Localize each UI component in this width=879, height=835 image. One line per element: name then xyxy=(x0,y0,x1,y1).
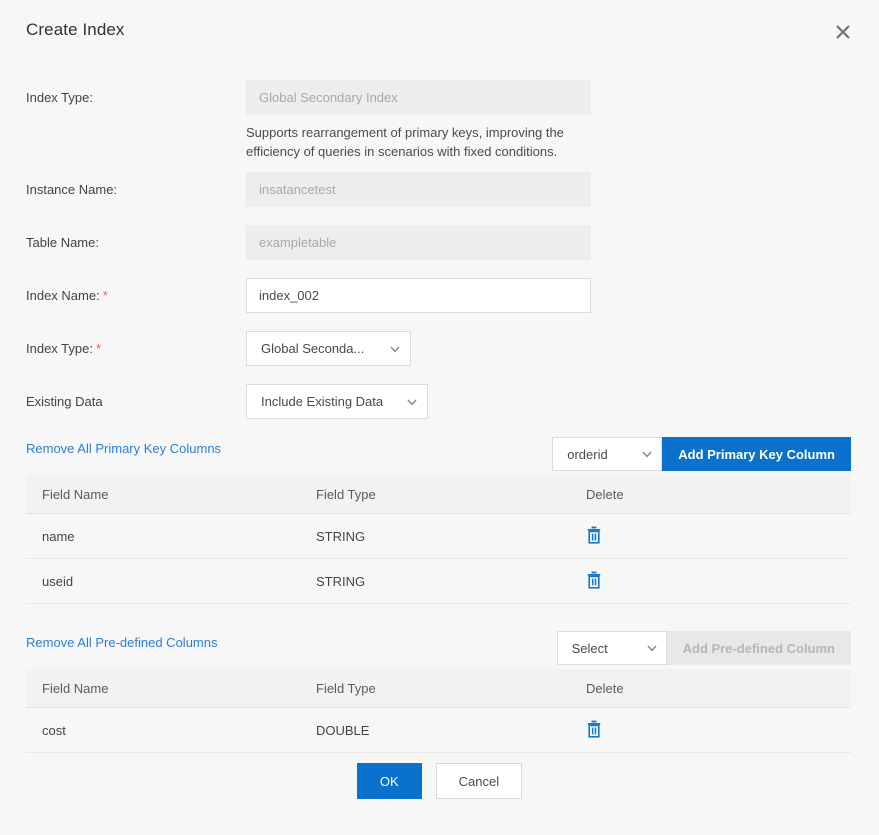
primary-key-columns-table: Field Name Field Type Delete name STRING xyxy=(26,475,851,604)
primary-key-field-select[interactable]: orderid xyxy=(552,437,663,471)
table-name-field: exampletable xyxy=(246,225,591,260)
column-header-delete: Delete xyxy=(586,680,624,696)
cell-delete xyxy=(586,571,851,592)
dialog-footer: OK Cancel xyxy=(0,763,879,799)
index-type-helper-text: Supports rearrangement of primary keys, … xyxy=(246,125,564,159)
add-primary-key-column-button[interactable]: Add Primary Key Column xyxy=(662,437,851,471)
column-header-field-name: Field Name xyxy=(42,486,109,502)
column-header-field-type: Field Type xyxy=(316,486,376,502)
cancel-button[interactable]: Cancel xyxy=(435,763,523,799)
index-type-readonly-field: Global Secondary Index xyxy=(246,80,591,115)
cell-field-name: cost xyxy=(42,722,66,738)
close-icon[interactable] xyxy=(831,20,855,44)
cell-field-type: STRING xyxy=(316,528,366,544)
predefined-field-select-value: Select xyxy=(571,640,608,656)
chevron-down-icon xyxy=(380,342,410,356)
column-header-delete: Delete xyxy=(586,486,624,502)
trash-icon[interactable] xyxy=(586,526,602,544)
cell-delete xyxy=(586,720,851,741)
index-name-input[interactable]: index_002 xyxy=(246,278,591,313)
chevron-down-icon xyxy=(397,395,427,409)
instance-name-field: insatancetest xyxy=(246,172,591,207)
predefined-field-select[interactable]: Select xyxy=(556,631,667,665)
cell-field-type: STRING xyxy=(316,573,366,589)
index-type-label: Index Type: * xyxy=(26,340,101,358)
trash-icon[interactable] xyxy=(586,720,602,738)
column-header-field-type: Field Type xyxy=(316,680,376,696)
index-type-select-value: Global Seconda... xyxy=(261,341,365,356)
dialog-header: Create Index xyxy=(0,0,879,62)
add-predefined-column-button[interactable]: Add Pre-defined Column xyxy=(666,631,851,665)
table-row: cost DOUBLE xyxy=(26,708,851,753)
existing-data-label: Existing Data xyxy=(26,394,103,409)
ok-button[interactable]: OK xyxy=(356,763,422,799)
create-index-dialog: Create Index Index Type: Global Secondar… xyxy=(0,0,879,835)
table-header-row: Field Name Field Type Delete xyxy=(26,669,851,708)
required-asterisk: * xyxy=(102,288,108,303)
index-name-label: Index Name: * xyxy=(26,287,108,305)
predefined-add-controls: Select Add Pre-defined Column xyxy=(556,631,851,665)
index-type-readonly-label: Index Type: xyxy=(26,90,93,105)
cell-field-name: useid xyxy=(42,573,74,589)
index-name-label-text: Index Name: xyxy=(26,288,100,303)
cell-delete xyxy=(586,526,851,547)
page-title: Create Index xyxy=(26,20,125,39)
existing-data-select-value: Include Existing Data xyxy=(261,394,384,409)
primary-key-field-select-value: orderid xyxy=(567,446,608,462)
remove-all-primary-key-columns-link[interactable]: Remove All Primary Key Columns xyxy=(26,440,221,458)
trash-icon[interactable] xyxy=(586,571,602,589)
table-row: useid STRING xyxy=(26,559,851,604)
instance-name-label: Instance Name: xyxy=(26,182,118,197)
table-name-label: Table Name: xyxy=(26,235,99,250)
cell-field-name: name xyxy=(42,528,75,544)
cell-field-type: DOUBLE xyxy=(316,722,370,738)
required-asterisk: * xyxy=(95,341,102,356)
chevron-down-icon xyxy=(633,447,661,461)
primary-key-add-controls: orderid Add Primary Key Column xyxy=(552,437,851,471)
chevron-down-icon xyxy=(638,641,666,655)
index-type-label-text: Index Type: xyxy=(26,341,93,356)
table-row: name STRING xyxy=(26,514,851,559)
table-header-row: Field Name Field Type Delete xyxy=(26,475,851,514)
existing-data-select[interactable]: Include Existing Data xyxy=(246,384,428,419)
predefined-columns-table: Field Name Field Type Delete cost DOUBLE xyxy=(26,669,851,753)
index-type-select[interactable]: Global Seconda... xyxy=(246,331,411,366)
column-header-field-name: Field Name xyxy=(42,680,109,696)
remove-all-predefined-columns-link[interactable]: Remove All Pre-defined Columns xyxy=(26,634,217,652)
